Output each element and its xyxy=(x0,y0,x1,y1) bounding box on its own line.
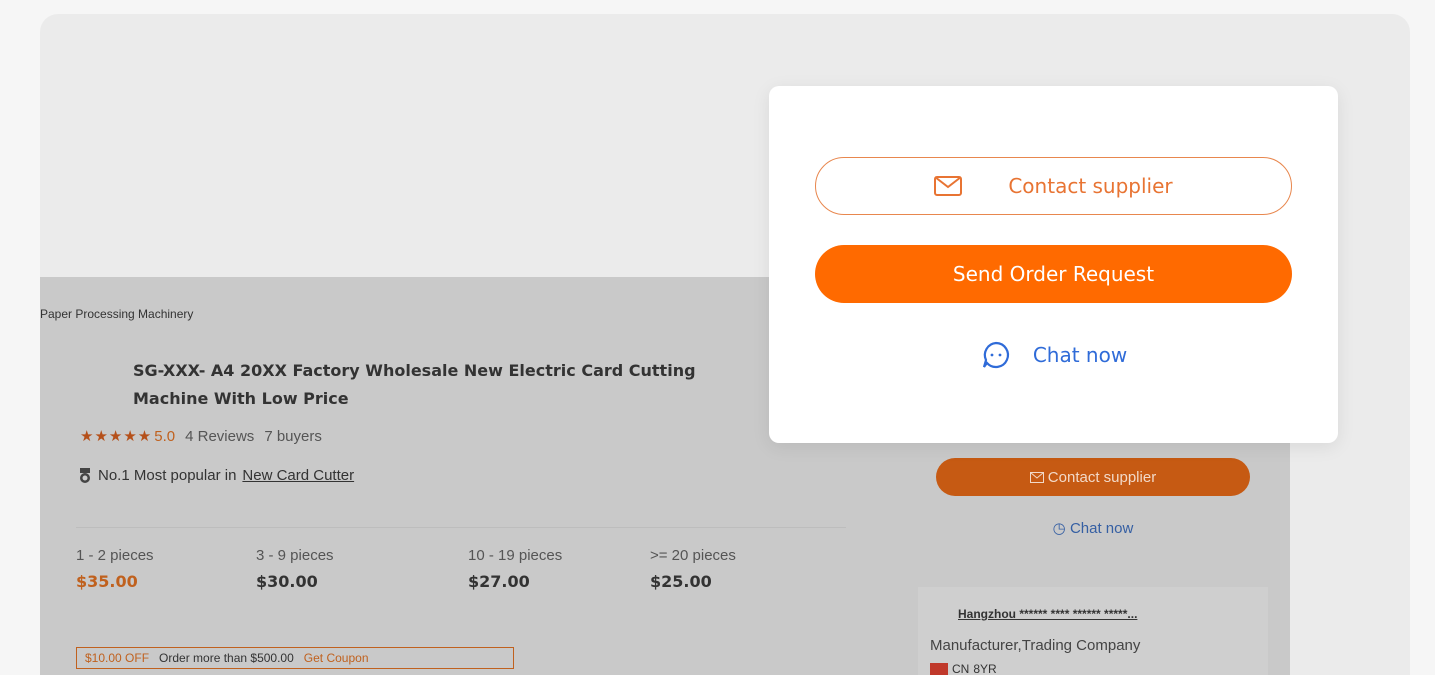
sidebar-chat-label: Chat now xyxy=(1069,520,1134,537)
price-tier: 10 - 19 pieces $27.00 xyxy=(468,547,562,591)
popular-prefix: No.1 Most popular in xyxy=(98,467,237,484)
price-tier: >= 20 pieces $25.00 xyxy=(650,547,736,591)
reviews-link[interactable]: 4 Reviews xyxy=(185,428,254,445)
mail-icon xyxy=(1029,471,1044,483)
popular-category-link[interactable]: New Card Cutter xyxy=(242,467,354,484)
tier-price: $27.00 xyxy=(468,572,530,591)
price-tier: 1 - 2 pieces $35.00 xyxy=(76,547,154,591)
mail-icon xyxy=(934,176,963,196)
tier-quantity: 3 - 9 pieces xyxy=(256,547,334,564)
rating-row: ★★★★★ 5.0 4 Reviews 7 buyers xyxy=(80,427,322,446)
supplier-type: Manufacturer,Trading Company xyxy=(930,637,1141,654)
china-flag-icon xyxy=(930,663,948,675)
tier-price: $25.00 xyxy=(650,572,712,591)
contact-popup: Contact supplier Send Order Request Chat… xyxy=(769,86,1338,443)
product-title: SG-XXX- A4 20XX Factory Wholesale New El… xyxy=(133,361,696,408)
contact-supplier-label: Contact supplier xyxy=(1008,174,1173,198)
send-order-request-label: Send Order Request xyxy=(952,262,1155,286)
price-tiers: 1 - 2 pieces $35.00 3 - 9 pieces $30.00 … xyxy=(76,547,836,607)
chat-now-button[interactable]: Chat now xyxy=(959,335,1149,375)
breadcrumb-category[interactable]: Paper Processing Machinery xyxy=(40,307,193,321)
rating-stars-icon: ★★★★★ xyxy=(80,428,153,445)
divider xyxy=(76,527,846,528)
page-frame: Paper Processing Machinery SG-XXX- A4 20… xyxy=(40,14,1410,675)
contact-supplier-button[interactable]: Contact supplier xyxy=(815,157,1292,215)
rating-value: 5.0 xyxy=(154,427,176,445)
tier-quantity: 1 - 2 pieces xyxy=(76,547,154,564)
supplier-country: CN 8YR xyxy=(930,662,997,675)
supplier-name-link[interactable]: Hangzhou ****** **** ****** *****... xyxy=(958,607,1137,621)
sidebar-contact-supplier-button[interactable]: Contact supplier xyxy=(936,458,1250,496)
popular-row: No.1 Most popular in New Card Cutter xyxy=(78,467,354,484)
sidebar-chat-now-button[interactable]: ◷ Chat now xyxy=(936,519,1250,537)
get-coupon-button[interactable]: Get Coupon xyxy=(304,651,369,665)
chat-bubble-icon: ◷ xyxy=(1052,520,1066,537)
tier-quantity: 10 - 19 pieces xyxy=(468,547,563,564)
tier-quantity: >= 20 pieces xyxy=(650,547,736,564)
send-order-request-button[interactable]: Send Order Request xyxy=(815,245,1292,303)
price-tier: 3 - 9 pieces $30.00 xyxy=(256,547,334,591)
coupon-bar: $10.00 OFF Order more than $500.00 Get C… xyxy=(76,647,514,669)
buyers-count: 7 buyers xyxy=(264,427,322,445)
coupon-discount: $10.00 OFF xyxy=(85,651,150,665)
supplier-years: 8YR xyxy=(973,662,997,675)
sidebar-contact-label: Contact supplier xyxy=(1047,468,1157,486)
tier-price: $30.00 xyxy=(256,572,318,591)
tier-price: $35.00 xyxy=(76,572,138,591)
medal-icon xyxy=(80,467,90,483)
supplier-card: Hangzhou ****** **** ****** *****... Man… xyxy=(918,587,1268,675)
coupon-condition: Order more than $500.00 xyxy=(159,651,294,665)
chat-bubble-icon xyxy=(982,341,1009,369)
chat-now-label: Chat now xyxy=(1032,343,1128,367)
country-code: CN xyxy=(952,662,970,675)
